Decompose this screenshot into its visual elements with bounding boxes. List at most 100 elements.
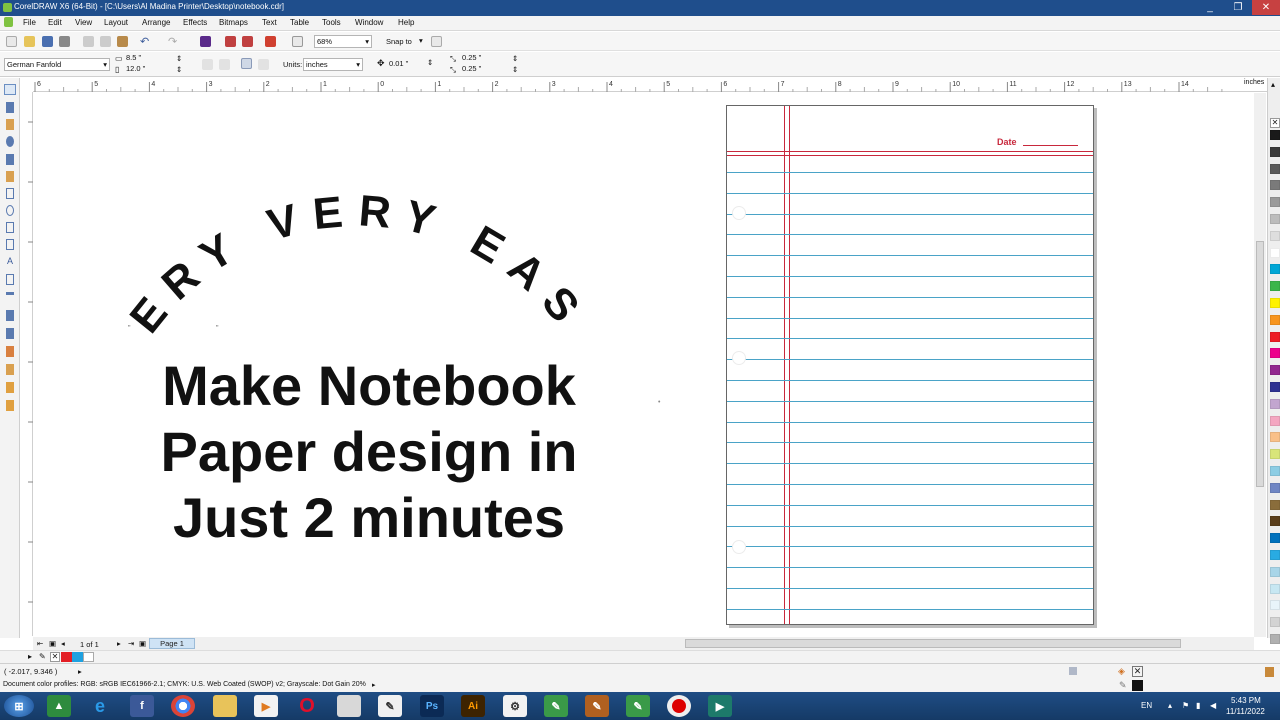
ellipse-tool-icon[interactable]	[6, 205, 14, 216]
menu-table[interactable]: Table	[290, 18, 309, 27]
copy-icon[interactable]	[100, 36, 111, 47]
palette-color-swatch[interactable]	[1270, 617, 1280, 628]
menu-tools[interactable]: Tools	[322, 18, 341, 27]
palette-color-swatch[interactable]	[1270, 197, 1280, 208]
vertical-ruler[interactable]	[20, 92, 33, 636]
interactive-fill-icon[interactable]	[6, 400, 14, 411]
page-width-field[interactable]: 8.5 "	[124, 53, 176, 64]
freehand-tool-icon[interactable]	[6, 154, 14, 165]
palette-color-swatch[interactable]	[1270, 583, 1280, 594]
basic-shapes-icon[interactable]	[6, 239, 14, 250]
print-icon[interactable]	[59, 36, 70, 47]
headline-line-3[interactable]: Just 2 minutes	[114, 485, 624, 551]
close-button[interactable]: ✕	[1252, 0, 1280, 15]
redo-icon[interactable]: ↷	[168, 35, 177, 48]
duplicate-y-field[interactable]: 0.25 "	[460, 64, 512, 75]
palette-color-swatch[interactable]	[1270, 163, 1280, 174]
opera-icon[interactable]: O	[295, 695, 319, 717]
menu-help[interactable]: Help	[398, 18, 414, 27]
artistic-media-icon[interactable]	[6, 171, 14, 182]
blue-swatch[interactable]	[72, 652, 83, 662]
palette-color-swatch[interactable]	[1270, 499, 1280, 510]
smudge-tool-icon[interactable]	[6, 119, 14, 130]
tray-arrow-icon[interactable]: ▴	[1168, 701, 1172, 710]
palette-color-swatch[interactable]	[1270, 566, 1280, 577]
vertical-scroll-thumb[interactable]	[1256, 241, 1264, 487]
menu-effects[interactable]: Effects	[183, 18, 207, 27]
coreldraw-2-icon[interactable]: ✎	[544, 695, 568, 717]
illustrator-icon[interactable]: Ai	[461, 695, 485, 717]
outline-pen-icon[interactable]	[6, 364, 14, 375]
duplicate-x-spinner[interactable]: ⇕	[512, 54, 518, 63]
document-icon[interactable]	[4, 17, 13, 27]
menu-file[interactable]: File	[23, 18, 36, 27]
minimize-button[interactable]: _	[1196, 0, 1224, 15]
palette-color-swatch[interactable]	[1270, 533, 1280, 544]
palette-color-swatch[interactable]	[1270, 146, 1280, 157]
utility-icon[interactable]: ⚙	[503, 695, 527, 717]
connector-tool-icon[interactable]	[6, 310, 14, 321]
publish-pdf-icon[interactable]	[242, 36, 253, 47]
pick-tool-icon[interactable]	[4, 84, 16, 95]
palette-color-swatch[interactable]	[1270, 230, 1280, 241]
new-document-icon[interactable]	[6, 36, 17, 47]
profiles-arrow-icon[interactable]: ▸	[372, 681, 376, 689]
add-page-icon[interactable]: ▣	[49, 639, 56, 648]
horizontal-scroll-thumb[interactable]	[685, 639, 1181, 648]
duplicate-x-field[interactable]: 0.25 "	[460, 53, 512, 64]
chevron-down-icon[interactable]: ▾	[419, 36, 423, 45]
volume-icon[interactable]: ◀	[1210, 701, 1216, 710]
zoom-level-select[interactable]: 68% ▾	[314, 35, 372, 48]
options-icon[interactable]	[431, 36, 442, 47]
chrome-icon[interactable]	[171, 695, 195, 717]
coreldraw-taskbar-icon[interactable]: ▲	[47, 695, 71, 717]
rectangle-tool-icon[interactable]	[6, 188, 14, 199]
no-color-swatch[interactable]: ✕	[50, 652, 60, 662]
first-page-icon[interactable]: ⇤	[37, 639, 43, 648]
palette-color-swatch[interactable]	[1270, 264, 1280, 275]
horizontal-ruler[interactable]: 6 5 4 3 2 1 0 1 2 3 4 5 6 7 8 9 10 11 12 13 14 inches	[33, 78, 1267, 92]
clock-date[interactable]: 11/11/2022	[1226, 707, 1265, 716]
table-tool-icon[interactable]	[6, 274, 14, 285]
previous-page-icon[interactable]: ◂	[61, 639, 65, 648]
export-icon[interactable]	[225, 36, 236, 47]
palette-color-swatch[interactable]	[1270, 298, 1280, 308]
menu-text[interactable]: Text	[262, 18, 277, 27]
horizontal-scrollbar[interactable]	[683, 637, 1254, 650]
current-page-icon[interactable]	[258, 59, 269, 70]
menu-window[interactable]: Window	[355, 18, 383, 27]
start-button[interactable]: ⊞	[4, 695, 34, 717]
palette-color-swatch[interactable]	[1270, 449, 1280, 460]
shape-tool-icon[interactable]	[6, 102, 14, 113]
menu-bitmaps[interactable]: Bitmaps	[219, 18, 248, 27]
cut-icon[interactable]	[83, 36, 94, 47]
color-eyedropper-icon[interactable]	[6, 346, 14, 357]
fill-tool-icon[interactable]	[6, 382, 14, 393]
network-icon[interactable]: ▮	[1196, 701, 1200, 710]
palette-color-swatch[interactable]	[1270, 634, 1280, 644]
file-explorer-icon[interactable]	[213, 695, 237, 717]
facebook-icon[interactable]: f	[130, 695, 154, 717]
page-tab[interactable]: Page 1	[149, 638, 195, 649]
page-height-field[interactable]: 12.0 "	[124, 64, 176, 75]
dimension-tool-icon[interactable]	[6, 292, 14, 295]
landscape-icon[interactable]	[219, 59, 230, 70]
width-spinner[interactable]: ⇕	[176, 54, 182, 63]
next-page-icon[interactable]: ▸	[117, 639, 121, 648]
palette-color-swatch[interactable]	[1270, 331, 1280, 342]
units-select[interactable]: inches ▾	[303, 58, 363, 71]
zoom-tool-icon[interactable]	[6, 136, 14, 147]
clock-time[interactable]: 5:43 PM	[1231, 696, 1261, 705]
menu-arrange[interactable]: Arrange	[142, 18, 170, 27]
application-launcher-icon[interactable]	[265, 36, 276, 47]
no-fill-swatch[interactable]: ✕	[1270, 118, 1280, 128]
welcome-screen-icon[interactable]	[292, 36, 303, 47]
import-icon[interactable]	[200, 36, 211, 47]
palette-scroll-up-icon[interactable]: ▴	[1271, 80, 1275, 89]
vertical-scrollbar[interactable]	[1254, 93, 1266, 637]
palette-color-swatch[interactable]	[1270, 550, 1280, 560]
menu-view[interactable]: View	[75, 18, 92, 27]
menu-layout[interactable]: Layout	[104, 18, 128, 27]
palette-color-swatch[interactable]	[1270, 398, 1280, 409]
palette-color-swatch[interactable]	[1270, 466, 1280, 476]
